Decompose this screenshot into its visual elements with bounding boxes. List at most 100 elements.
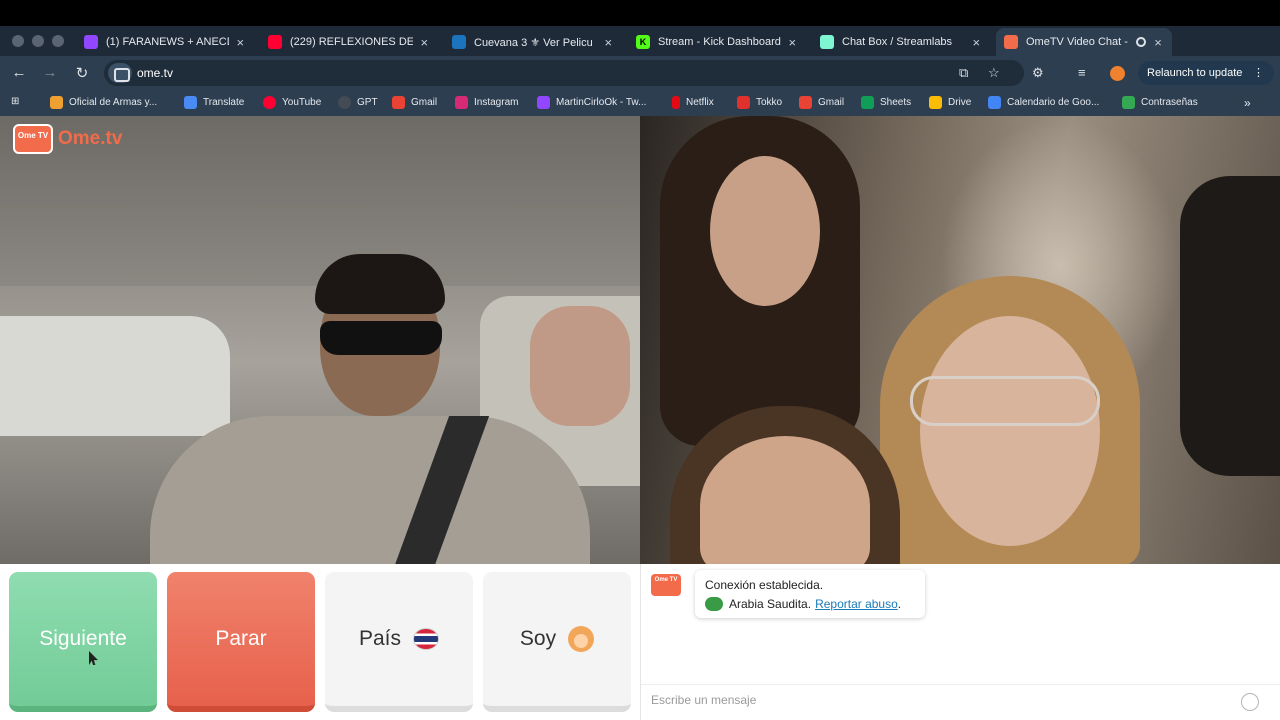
close-icon[interactable]: × <box>1152 35 1164 50</box>
hand <box>530 306 630 426</box>
tokko-icon <box>737 96 750 109</box>
ometv-icon <box>1004 35 1018 49</box>
tab-reflexiones[interactable]: (229) REFLEXIONES DE × <box>260 28 438 56</box>
message-input[interactable] <box>651 693 1231 707</box>
report-abuse-link[interactable]: Reportar abuso <box>815 597 898 611</box>
window-close-dot[interactable] <box>12 35 24 47</box>
tab-title: Cuevana 3 ⚜ Ver Pelicu <box>474 36 593 49</box>
bookmark-item[interactable]: YouTube <box>263 96 321 109</box>
translate-icon <box>184 96 197 109</box>
window-minimize-dot[interactable] <box>32 35 44 47</box>
person-a-face <box>710 156 820 306</box>
car-window <box>0 316 230 436</box>
site-info-icon[interactable] <box>108 63 132 83</box>
drive-icon <box>929 96 942 109</box>
instagram-icon <box>455 96 468 109</box>
relaunch-button[interactable]: Relaunch to update ⋮ <box>1138 61 1274 85</box>
ometv-logo[interactable]: Ome TV Ome.tv <box>13 124 122 154</box>
media-controls-icon[interactable]: ≡ <box>1078 65 1086 80</box>
back-icon[interactable]: ← <box>10 64 28 81</box>
country-line: Arabia Saudita. Reportar abuso . <box>705 597 915 611</box>
tab-kick-dashboard[interactable]: K Stream - Kick Dashboard × <box>628 28 806 56</box>
woman-emoji-icon <box>568 626 595 652</box>
address-bar[interactable]: ome.tv <box>104 60 1024 86</box>
bookmark-item[interactable]: Sheets <box>861 96 911 109</box>
gpt-icon <box>338 96 351 109</box>
bookmark-item[interactable]: Drive <box>929 96 971 109</box>
bookmark-item[interactable]: Contraseñas <box>1122 96 1198 109</box>
browser-toolbar: ← → ↻ ome.tv ⧉ ☆ ⚙ ≡ Relaunch to update … <box>0 56 1280 90</box>
bookmark-item[interactable]: GPT <box>338 96 378 109</box>
gender-label: Soy <box>519 627 557 650</box>
tab-faranews[interactable]: (1) FARANEWS + ANECD × <box>76 28 254 56</box>
next-button[interactable]: Siguiente <box>9 572 157 712</box>
bookmark-item[interactable]: Instagram <box>455 96 518 109</box>
gender-button[interactable]: Soy <box>483 572 631 712</box>
profile-avatar-icon[interactable] <box>1110 66 1125 81</box>
bookmark-star-icon[interactable]: ☆ <box>988 65 1000 81</box>
close-icon[interactable]: × <box>235 35 246 50</box>
flag-icon <box>413 628 440 650</box>
relaunch-label: Relaunch to update <box>1147 67 1243 79</box>
twitch-icon <box>84 35 98 49</box>
close-icon[interactable]: × <box>971 35 982 50</box>
bookmark-label: Calendario de Goo... <box>1007 97 1100 108</box>
bookmark-label: Instagram <box>474 97 519 108</box>
country-label: País <box>358 627 402 650</box>
bookmark-label: YouTube <box>282 97 322 108</box>
person-c-face <box>700 436 870 564</box>
tab-ometv[interactable]: OmeTV Video Chat - × <box>996 28 1172 56</box>
reload-icon[interactable]: ↻ <box>73 64 91 82</box>
twitch-icon <box>537 96 550 109</box>
next-label: Siguiente <box>39 627 127 650</box>
youtube-icon <box>263 96 276 109</box>
tab-title: (1) FARANEWS + ANECD <box>106 36 229 48</box>
bookmark-item[interactable]: Calendario de Goo... <box>988 96 1099 109</box>
window-maximize-dot[interactable] <box>52 35 64 47</box>
partner-country: Arabia Saudita. <box>729 597 812 611</box>
bookmark-icon <box>50 96 63 109</box>
person-d-shoulder <box>1180 176 1280 476</box>
bookmark-label: GPT <box>357 97 378 108</box>
passwords-icon <box>1122 96 1135 109</box>
tab-title: Stream - Kick Dashboard <box>658 36 781 48</box>
bookmark-item[interactable]: Translate <box>184 96 244 109</box>
connection-status: Conexión establecida. <box>705 578 824 592</box>
extensions-icon[interactable]: ⚙ <box>1032 65 1044 81</box>
bookmark-label: Sheets <box>880 97 912 108</box>
person-b-glasses <box>910 376 1100 426</box>
close-icon[interactable]: × <box>419 35 430 50</box>
close-icon[interactable]: × <box>603 35 614 50</box>
bookmark-item[interactable]: Oficial de Armas y... <box>50 96 157 109</box>
tab-strip: (1) FARANEWS + ANECD × (229) REFLEXIONES… <box>0 26 1280 77</box>
tab-streamlabs[interactable]: Chat Box / Streamlabs × <box>812 28 990 56</box>
gmail-icon <box>799 96 812 109</box>
tab-cuevana[interactable]: Cuevana 3 ⚜ Ver Pelicu × <box>444 28 622 56</box>
bookmark-item[interactable]: Gmail <box>799 96 844 109</box>
bookmark-item[interactable]: MartinCirloOk - Tw... <box>537 96 646 109</box>
stop-button[interactable]: Parar <box>167 572 315 712</box>
more-bookmarks-icon[interactable]: » <box>1244 96 1251 110</box>
recording-icon <box>1136 37 1147 47</box>
emoji-icon[interactable] <box>1241 693 1259 711</box>
person-hair <box>315 254 445 314</box>
bookmark-label: MartinCirloOk - Tw... <box>556 97 647 108</box>
bookmark-label: Netflix <box>686 97 714 108</box>
gmail-icon <box>392 96 405 109</box>
bookmark-label: Oficial de Armas y... <box>69 97 158 108</box>
cuevana-icon <box>452 35 466 49</box>
tab-title: OmeTV Video Chat - <box>1026 36 1128 48</box>
kick-icon: K <box>636 35 650 49</box>
bookmark-item[interactable]: Gmail <box>392 96 437 109</box>
forward-icon[interactable]: → <box>41 64 59 81</box>
ometv-chat-icon: Ome TV <box>651 574 681 596</box>
chat-panel: Ome TV Conexión establecida. Arabia Saud… <box>640 564 1280 720</box>
country-button[interactable]: País <box>325 572 473 712</box>
apps-grid-icon[interactable]: ⊞ <box>11 96 19 107</box>
cast-icon[interactable]: ⧉ <box>959 65 968 81</box>
bookmark-label: Contraseñas <box>1141 97 1198 108</box>
bookmark-item[interactable]: Netflix <box>672 96 714 109</box>
bookmark-label: Gmail <box>818 97 845 108</box>
close-icon[interactable]: × <box>787 35 798 50</box>
bookmark-item[interactable]: Tokko <box>737 96 782 109</box>
